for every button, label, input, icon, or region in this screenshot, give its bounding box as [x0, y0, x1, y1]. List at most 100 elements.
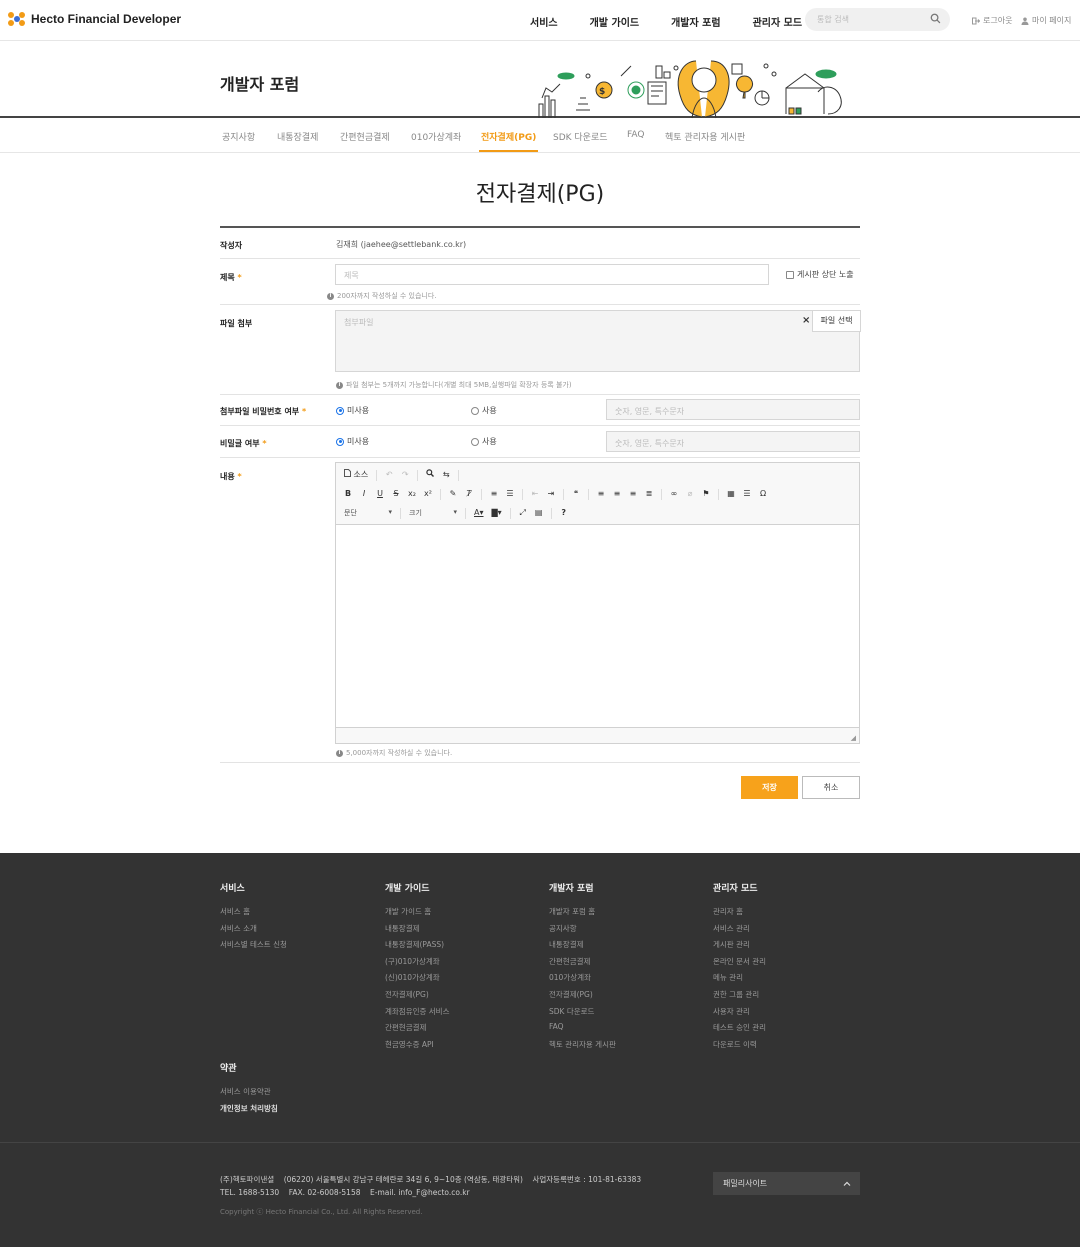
bold-icon[interactable]: B: [344, 487, 352, 501]
superscript-icon[interactable]: x²: [424, 487, 432, 501]
bulleted-list-icon[interactable]: ☰: [506, 487, 514, 501]
nav-dev-guide[interactable]: 개발 가이드: [590, 14, 639, 29]
maximize-icon[interactable]: ⤢: [519, 506, 527, 520]
footer-link[interactable]: SDK 다운로드: [549, 1006, 616, 1023]
radio-dot[interactable]: [336, 437, 344, 446]
tab-account-payment[interactable]: 내통장결제: [277, 130, 318, 143]
mypage-link[interactable]: 마이 페이지: [1021, 15, 1071, 26]
family-site-select[interactable]: 패밀리사이트: [713, 1172, 860, 1195]
logout-link[interactable]: 로그아웃: [972, 15, 1012, 26]
numbered-list-icon[interactable]: ≡: [490, 487, 498, 501]
editor-content-area[interactable]: [336, 525, 859, 727]
footer-link[interactable]: 헥토 관리자용 게시판: [549, 1039, 616, 1056]
outdent-icon[interactable]: ⇤: [531, 487, 539, 501]
align-left-icon[interactable]: ≡: [597, 487, 605, 501]
footer-link[interactable]: 내통장결제: [385, 923, 449, 940]
footer-link[interactable]: 테스트 승인 관리: [713, 1022, 766, 1039]
footer-link[interactable]: FAQ: [549, 1022, 616, 1039]
link-icon[interactable]: ∞: [670, 487, 678, 501]
footer-link[interactable]: 전자결제(PG): [549, 989, 616, 1006]
italic-icon[interactable]: I: [360, 487, 368, 501]
align-right-icon[interactable]: ≡: [629, 487, 637, 501]
source-button[interactable]: 소스: [344, 468, 368, 482]
footer-link[interactable]: 개발 가이드 홈: [385, 906, 449, 923]
footer-link[interactable]: 메뉴 관리: [713, 972, 766, 989]
file-clear-button[interactable]: ×: [802, 315, 810, 326]
footer-link[interactable]: 010가상계좌: [549, 972, 616, 989]
tab-pg[interactable]: 전자결제(PG): [478, 130, 539, 152]
footer-link[interactable]: 게시판 관리: [713, 939, 766, 956]
footer-link[interactable]: (신)010가상계좌: [385, 972, 449, 989]
show-blocks-icon[interactable]: ▤: [535, 506, 543, 520]
radio-dot[interactable]: [336, 406, 344, 415]
tab-notice[interactable]: 공지사항: [222, 130, 255, 143]
secret-pw-input[interactable]: 숫자, 영문, 특수문자: [606, 431, 860, 452]
nav-dev-forum[interactable]: 개발자 포럼: [671, 14, 720, 29]
footer-link[interactable]: 간편현금결제: [549, 956, 616, 973]
cancel-button[interactable]: 취소: [802, 776, 860, 799]
footer-link[interactable]: 온라인 문서 관리: [713, 956, 766, 973]
footer-link[interactable]: (구)010가상계좌: [385, 956, 449, 973]
find-icon[interactable]: [426, 468, 435, 482]
table-icon[interactable]: ▦: [727, 487, 735, 501]
save-button[interactable]: 저장: [741, 776, 798, 799]
special-char-icon[interactable]: Ω: [759, 487, 767, 501]
checkbox-box[interactable]: [786, 270, 794, 279]
footer-link[interactable]: 사용자 관리: [713, 1006, 766, 1023]
footer-link[interactable]: 계좌점유인증 서비스: [385, 1006, 449, 1023]
redo-icon[interactable]: ↷: [401, 468, 409, 482]
underline-icon[interactable]: U: [376, 487, 384, 501]
footer-link[interactable]: 서비스별 테스트 신청: [220, 939, 287, 956]
title-input[interactable]: 제목: [335, 264, 769, 285]
file-attach-box[interactable]: 첨부파일 × 파일 선택: [335, 310, 861, 372]
footer-link[interactable]: 내통장결제(PASS): [385, 939, 449, 956]
footer-link[interactable]: 전자결제(PG): [385, 989, 449, 1006]
subscript-icon[interactable]: x₂: [408, 487, 416, 501]
align-justify-icon[interactable]: ≣: [645, 487, 653, 501]
footer-link[interactable]: 서비스 관리: [713, 923, 766, 940]
footer-link[interactable]: 다운로드 이력: [713, 1039, 766, 1056]
unlink-icon[interactable]: ⌀: [686, 487, 694, 501]
tab-faq[interactable]: FAQ: [627, 130, 644, 140]
blockquote-icon[interactable]: ❝: [572, 487, 580, 501]
help-icon[interactable]: ?: [560, 506, 568, 520]
radio-dot[interactable]: [471, 406, 479, 415]
replace-icon[interactable]: ⇆: [442, 468, 450, 482]
radio-dot[interactable]: [471, 437, 479, 446]
tab-admin-board[interactable]: 헥토 관리자용 게시판: [665, 130, 745, 143]
bg-color-icon[interactable]: ▇▾: [492, 506, 502, 520]
indent-icon[interactable]: ⇥: [547, 487, 555, 501]
tab-virtual-account[interactable]: 010가상계좌: [411, 130, 461, 143]
footer-link[interactable]: 개발자 포럼 홈: [549, 906, 616, 923]
strike-icon[interactable]: S: [392, 487, 400, 501]
footer-link[interactable]: 현금영수증 API: [385, 1039, 449, 1056]
footer-link[interactable]: 권한 그룹 관리: [713, 989, 766, 1006]
logo[interactable]: Hecto Financial Developer: [8, 12, 181, 26]
nav-admin-mode[interactable]: 관리자 모드: [753, 14, 802, 29]
resize-handle-icon[interactable]: ◢: [851, 734, 856, 742]
file-pw-input[interactable]: 숫자, 영문, 특수문자: [606, 399, 860, 420]
footer-link[interactable]: 서비스 홈: [220, 906, 287, 923]
footer-link[interactable]: 개인정보 처리방침: [220, 1103, 278, 1120]
footer-link[interactable]: 관리자 홈: [713, 906, 766, 923]
footer-link[interactable]: 서비스 이용약관: [220, 1086, 278, 1103]
file-pw-on-radio[interactable]: 사용: [471, 405, 497, 416]
nav-service[interactable]: 서비스: [530, 14, 558, 29]
remove-format-icon[interactable]: T̷: [465, 487, 473, 501]
secret-off-radio[interactable]: 미사용: [336, 436, 369, 447]
file-select-button[interactable]: 파일 선택: [812, 310, 861, 332]
horizontal-line-icon[interactable]: ☰: [743, 487, 751, 501]
tab-sdk-download[interactable]: SDK 다운로드: [553, 130, 608, 143]
footer-link[interactable]: 내통장결제: [549, 939, 616, 956]
footer-link[interactable]: 간편현금결제: [385, 1022, 449, 1039]
undo-icon[interactable]: ↶: [385, 468, 393, 482]
anchor-flag-icon[interactable]: ⚑: [702, 487, 710, 501]
size-select[interactable]: 크기 ▾: [409, 508, 457, 518]
tab-easy-cash[interactable]: 간편현금결제: [340, 130, 390, 143]
text-color-icon[interactable]: A▾: [474, 506, 484, 520]
footer-link[interactable]: 서비스 소개: [220, 923, 287, 940]
search-input[interactable]: 통합 검색: [805, 8, 950, 31]
secret-on-radio[interactable]: 사용: [471, 436, 497, 447]
search-icon[interactable]: [930, 13, 941, 27]
align-center-icon[interactable]: ≡: [613, 487, 621, 501]
